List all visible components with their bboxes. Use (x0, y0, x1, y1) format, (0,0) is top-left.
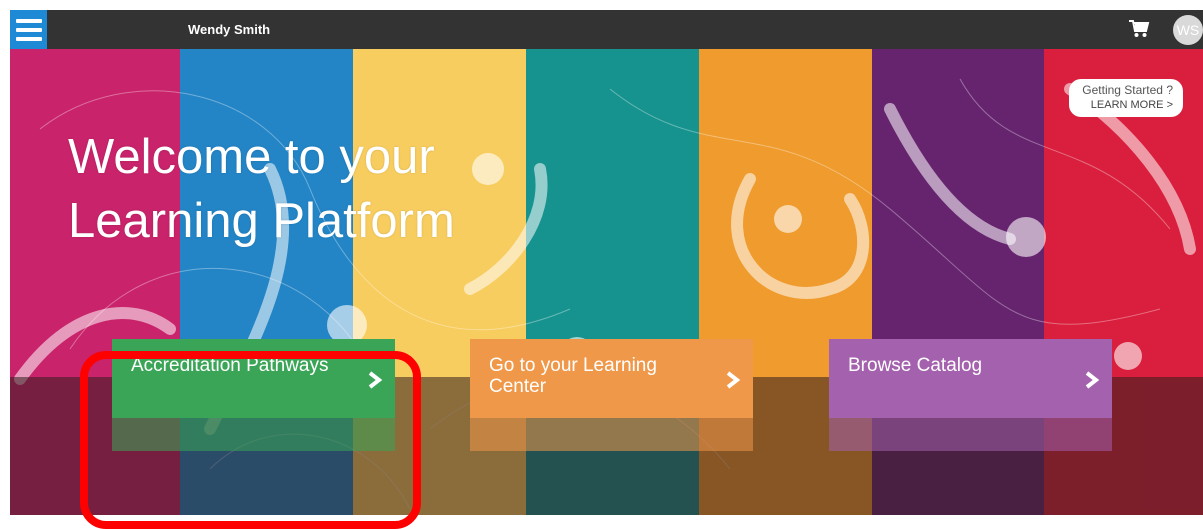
shopping-cart-icon[interactable] (1128, 19, 1150, 39)
tile-base (470, 418, 753, 451)
tile-base (829, 418, 1112, 451)
hero-title: Welcome to your Learning Platform (68, 125, 455, 253)
avatar[interactable]: WS (1173, 15, 1203, 45)
top-navigation-bar: Wendy Smith WS (10, 10, 1203, 49)
tile-label: Browse Catalog (848, 355, 983, 376)
hamburger-menu-icon[interactable] (10, 10, 47, 49)
tile-label: Go to your Learning Center (489, 355, 657, 397)
chevron-right-icon (726, 371, 741, 389)
learn-more-link[interactable]: LEARN MORE > (1069, 98, 1173, 113)
learning-center-tile[interactable]: Go to your Learning Center (470, 339, 753, 451)
hero-title-line-2: Learning Platform (68, 194, 455, 248)
highlight-annotation (80, 351, 421, 529)
getting-started-button[interactable]: Getting Started ? LEARN MORE > (1069, 79, 1183, 117)
browse-catalog-tile[interactable]: Browse Catalog (829, 339, 1112, 451)
user-name: Wendy Smith (188, 22, 271, 37)
chevron-right-icon (1085, 371, 1100, 389)
hero-title-line-1: Welcome to your (68, 130, 435, 184)
getting-started-label: Getting Started ? (1082, 83, 1173, 97)
tile-face (829, 339, 1112, 418)
